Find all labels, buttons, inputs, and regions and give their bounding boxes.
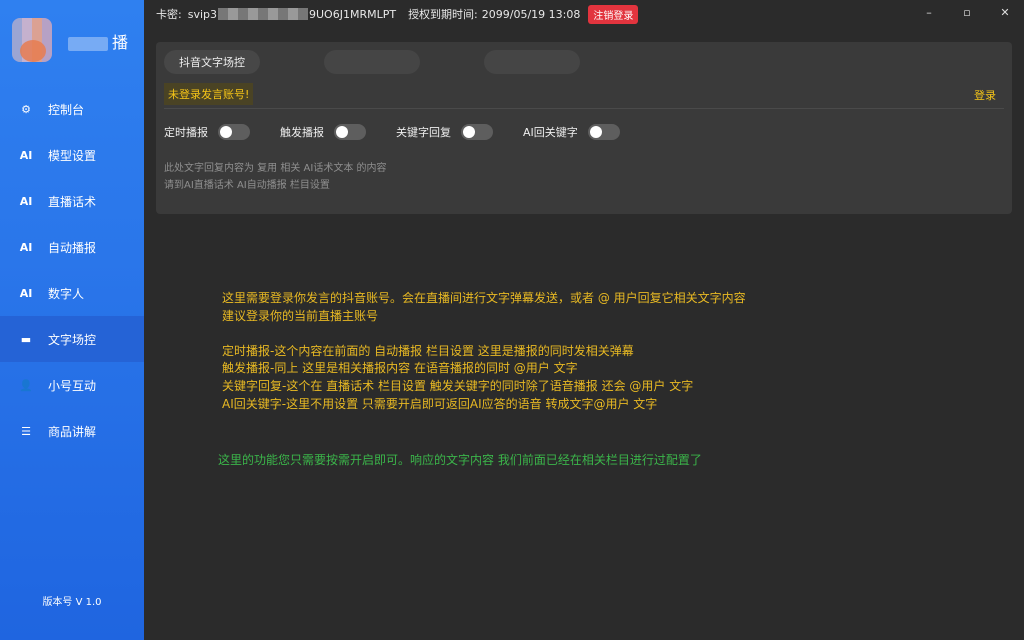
divider — [164, 108, 1004, 109]
version-label: 版本号 V 1.0 — [42, 597, 102, 608]
sidebar-item-label: 商品讲解 — [48, 424, 97, 439]
tab-empty-1[interactable] — [324, 50, 420, 74]
tab-empty-2[interactable] — [484, 50, 580, 74]
toggle-label: 定时播报 — [164, 126, 208, 139]
top-bar: 卡密: svip3 9UO6J1MRMLPT 授权到期时间: 2099/05/1… — [144, 0, 1024, 28]
toggle-keyword-reply: 关键字回复 — [396, 124, 493, 140]
trigger-broadcast-switch[interactable] — [334, 124, 366, 140]
login-link[interactable]: 登录 — [974, 87, 996, 103]
sidebar-item-digital-human[interactable]: AI 数字人 — [0, 270, 144, 316]
card-key-suffix: 9UO6J1MRMLPT — [309, 7, 397, 21]
app-window: 播 ⚙ 控制台 AI 模型设置 AI 直播话术 AI 自动播报 AI 数字人 ▬… — [0, 0, 1024, 640]
minimize-button[interactable]: – — [910, 0, 948, 24]
sidebar-item-label: 模型设置 — [48, 148, 97, 163]
expire-value: 2099/05/19 13:08 — [481, 7, 581, 21]
instruction-line: 建议登录你的当前直播主账号 — [222, 308, 379, 323]
sidebar-item-console[interactable]: ⚙ 控制台 — [0, 86, 144, 132]
sidebar-item-text-control[interactable]: ▬ 文字场控 — [0, 316, 144, 362]
add-user-icon: 👤 — [19, 378, 33, 392]
sidebar-item-label: 控制台 — [48, 102, 85, 117]
sidebar-nav: ⚙ 控制台 AI 模型设置 AI 直播话术 AI 自动播报 AI 数字人 ▬ 文… — [0, 86, 144, 454]
toggle-trigger-broadcast: 触发播报 — [280, 124, 366, 140]
window-controls: – ▫ ✕ — [910, 0, 1024, 24]
brand-name: 播 — [68, 29, 128, 53]
expire-label: 授权到期时间: — [408, 8, 478, 21]
sidebar: 播 ⚙ 控制台 AI 模型设置 AI 直播话术 AI 自动播报 AI 数字人 ▬… — [0, 0, 144, 640]
ai-icon: AI — [19, 240, 33, 254]
card-key-prefix: svip3 — [187, 7, 217, 21]
ai-icon: AI — [19, 286, 33, 300]
brand-name-text: 播 — [112, 33, 129, 52]
sidebar-item-product-explain[interactable]: ☰ 商品讲解 — [0, 408, 144, 454]
sidebar-item-label: 文字场控 — [48, 332, 97, 347]
sidebar-item-label: 数字人 — [48, 286, 85, 301]
toggle-scheduled-broadcast: 定时播报 — [164, 124, 250, 140]
scheduled-broadcast-switch[interactable] — [218, 124, 250, 140]
hint-line-1: 此处文字回复内容为 复用 相关 AI话术文本 的内容 — [164, 163, 387, 174]
instructions: 这里需要登录你发言的抖音账号。会在直播间进行文字弹幕发送，或者 @ 用户回复它相… — [222, 290, 746, 413]
sidebar-item-alt-account[interactable]: 👤 小号互动 — [0, 362, 144, 408]
not-logged-in-warning: 未登录发言账号! — [164, 83, 254, 105]
ai-keyword-reply-switch[interactable] — [587, 124, 620, 140]
sidebar-item-auto-broadcast[interactable]: AI 自动播报 — [0, 224, 144, 270]
keyword-reply-switch[interactable] — [461, 124, 493, 140]
instruction-line: 关键字回复-这个在 直播话术 栏目设置 触发关键字的同时除了语音播报 还会 @用… — [222, 378, 694, 393]
toggle-label: AI回关键字 — [523, 126, 578, 139]
green-note: 这里的功能您只需要按需开启即可。响应的文字内容 我们前面已经在相关栏目进行过配置… — [218, 453, 702, 467]
tab-douyin-text-control[interactable]: 抖音文字场控 — [164, 50, 260, 74]
sidebar-item-label: 自动播报 — [48, 240, 97, 255]
feature-toggles: 定时播报 触发播报 关键字回复 AI回关键字 — [164, 124, 650, 140]
ai-icon: AI — [19, 194, 33, 208]
toggle-ai-keyword-reply: AI回关键字 — [523, 124, 620, 140]
toggle-label: 关键字回复 — [396, 126, 451, 139]
blurred-text — [68, 36, 108, 51]
list-icon: ☰ — [21, 424, 31, 438]
instruction-line: 触发播报-同上 这里是相关播报内容 在语音播报的同时 @用户 文字 — [222, 361, 578, 376]
maximize-button[interactable]: ▫ — [948, 0, 986, 24]
gear-icon: ⚙ — [21, 102, 31, 116]
chat-icon: ▬ — [20, 332, 32, 346]
hint-line-2: 请到AI直播话术 AI自动播报 栏目设置 — [164, 180, 330, 191]
instruction-line: 这里需要登录你发言的抖音账号。会在直播间进行文字弹幕发送，或者 @ 用户回复它相… — [222, 291, 746, 305]
card-key-label: 卡密: — [156, 8, 182, 21]
avatar — [12, 18, 52, 62]
masked-text — [218, 8, 308, 20]
instruction-line: 定时播报-这个内容在前面的 自动播报 栏目设置 这里是播报的同时发相关弹幕 — [222, 343, 634, 358]
brand: 播 — [12, 14, 136, 66]
ai-icon: AI — [19, 148, 33, 162]
sidebar-item-label: 直播话术 — [48, 194, 97, 209]
sidebar-item-live-script[interactable]: AI 直播话术 — [0, 178, 144, 224]
account-tabs: 抖音文字场控 — [164, 50, 580, 74]
sidebar-item-label: 小号互动 — [48, 378, 97, 393]
instruction-line: AI回关键字-这里不用设置 只需要开启即可返回AI应答的语音 转成文字@用户 文… — [222, 396, 658, 411]
text-control-panel: 抖音文字场控 未登录发言账号! 登录 定时播报 触发播报 关键字回复 AI回关键… — [156, 42, 1012, 214]
logout-button[interactable]: 注销登录 — [588, 4, 639, 24]
sidebar-item-model-settings[interactable]: AI 模型设置 — [0, 132, 144, 178]
toggle-label: 触发播报 — [280, 126, 324, 139]
close-button[interactable]: ✕ — [986, 0, 1024, 24]
